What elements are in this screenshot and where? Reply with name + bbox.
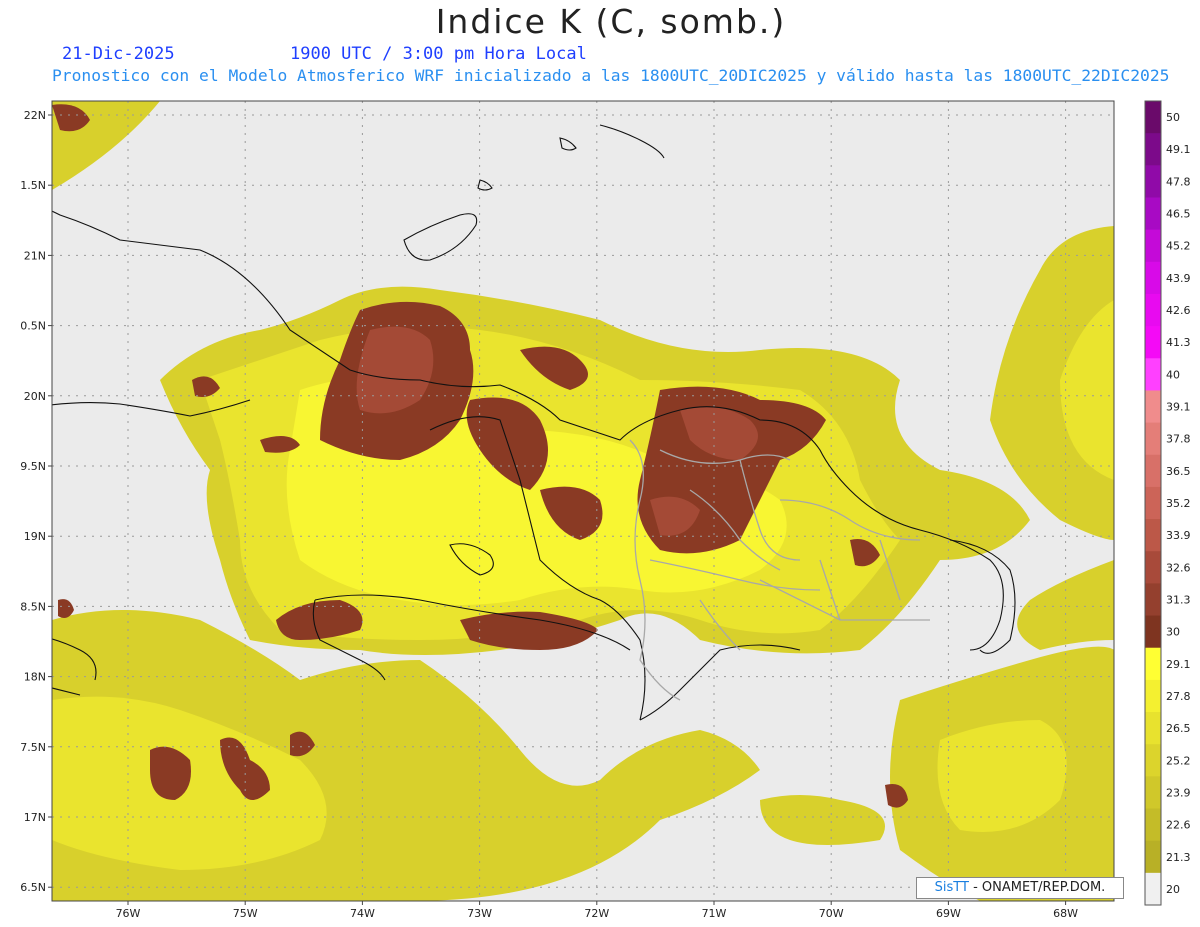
lon-label: 69W [936, 907, 961, 920]
colorbar-swatch [1145, 229, 1161, 263]
colorbar-swatch [1145, 519, 1161, 552]
colorbar-label: 41.3 [1166, 336, 1191, 349]
lon-label: 70W [819, 907, 844, 920]
colorbar-label: 50 [1166, 111, 1180, 124]
colorbar-label: 39.1 [1166, 401, 1191, 414]
lat-label: 9.5N [20, 460, 46, 473]
colorbar-label: 27.8 [1166, 690, 1191, 703]
colorbar-swatch [1145, 647, 1161, 681]
lon-label: 74W [350, 907, 375, 920]
colorbar-label: 22.6 [1166, 819, 1191, 832]
lat-label: 19N [24, 530, 46, 543]
lat-label: 8.5N [20, 600, 46, 613]
credit-text: - ONAMET/REP.DOM. [968, 880, 1106, 895]
colorbar-swatch [1145, 165, 1161, 198]
lon-label: 75W [233, 907, 258, 920]
colorbar-label: 36.5 [1166, 465, 1191, 478]
lat-label: 20N [24, 390, 46, 403]
lat-label: 22N [24, 109, 46, 122]
colorbar-swatch [1145, 840, 1161, 874]
colorbar-label: 31.3 [1166, 593, 1191, 606]
colorbar-swatch [1145, 583, 1161, 617]
colorbar-label: 45.2 [1166, 240, 1191, 253]
colorbar-swatch [1145, 133, 1161, 166]
lat-label: 6.5N [20, 881, 46, 894]
credit-brand: SisTT [934, 880, 969, 895]
colorbar-swatch [1145, 551, 1161, 584]
map-title: Indice K (C, somb.) [435, 2, 787, 41]
longitude-labels: 76W 75W 74W 73W 72W 71W 70W 69W 68W [116, 901, 1078, 920]
colorbar-swatch [1145, 261, 1161, 295]
credit-box: SisTT - ONAMET/REP.DOM. [916, 877, 1124, 899]
colorbar-swatch [1145, 454, 1161, 488]
lon-label: 72W [584, 907, 609, 920]
lon-label: 73W [467, 907, 492, 920]
colorbar-swatch [1145, 486, 1161, 520]
colorbar-swatch [1145, 326, 1161, 359]
color-scale: 50 49.1 47.8 46.5 45.2 43.9 42.6 41.3 40 39.1 37.8… [1144, 100, 1191, 906]
colorbar-label: 29.1 [1166, 658, 1191, 671]
lat-label: 17N [24, 811, 46, 824]
colorbar-swatch [1145, 712, 1161, 745]
colorbar-swatch [1145, 422, 1161, 456]
lon-label: 76W [116, 907, 141, 920]
colorbar-label: 49.1 [1166, 143, 1191, 156]
lat-label: 0.5N [20, 320, 46, 333]
lat-label: 21N [24, 249, 46, 262]
colorbar-label: 47.8 [1166, 175, 1191, 188]
colorbar-label: 30 [1166, 626, 1180, 639]
colorbar-label: 25.2 [1166, 754, 1191, 767]
colorbar-swatch [1145, 358, 1161, 391]
lat-label: 1.5N [20, 179, 46, 192]
colorbar-label: 32.6 [1166, 561, 1191, 574]
forecast-time: 1900 UTC / 3:00 pm Hora Local [290, 44, 587, 64]
colorbar-swatch [1145, 776, 1161, 810]
colorbar-swatch [1145, 101, 1161, 134]
colorbar-swatch [1145, 293, 1161, 327]
lon-label: 68W [1053, 907, 1078, 920]
colorbar-swatch [1145, 390, 1161, 424]
colorbar-swatch [1145, 744, 1161, 777]
colorbar-label: 35.2 [1166, 497, 1191, 510]
colorbar-label: 21.3 [1166, 851, 1191, 864]
colorbar-swatch [1145, 872, 1161, 906]
colorbar-swatch [1145, 808, 1161, 842]
latitude-labels: 22N 1.5N 21N 0.5N 20N 9.5N 19N 8.5N 18N 7.5N 17N 6.… [20, 109, 52, 894]
colorbar-label: 43.9 [1166, 272, 1191, 285]
colorbar-label: 20 [1166, 883, 1180, 896]
lat-label: 18N [24, 671, 46, 684]
colorbar-swatch [1145, 679, 1161, 713]
colorbar-label: 37.8 [1166, 433, 1191, 446]
lon-label: 71W [702, 907, 727, 920]
k-index-map: 22N 1.5N 21N 0.5N 20N 9.5N 19N 8.5N 18N 7.5N 17N 6.… [20, 100, 1191, 920]
colorbar-label: 46.5 [1166, 208, 1191, 221]
colorbar-label: 33.9 [1166, 529, 1191, 542]
forecast-date: 21-Dic-2025 [62, 44, 175, 64]
colorbar-swatch [1145, 197, 1161, 231]
forecast-description: Pronostico con el Modelo Atmosferico WRF… [52, 66, 1170, 85]
colorbar-label: 26.5 [1166, 722, 1191, 735]
colorbar-swatch [1145, 615, 1161, 649]
lat-label: 7.5N [20, 741, 46, 754]
colorbar-label: 23.9 [1166, 786, 1191, 799]
colorbar-label: 42.6 [1166, 304, 1191, 317]
colorbar-label: 40 [1166, 368, 1180, 381]
